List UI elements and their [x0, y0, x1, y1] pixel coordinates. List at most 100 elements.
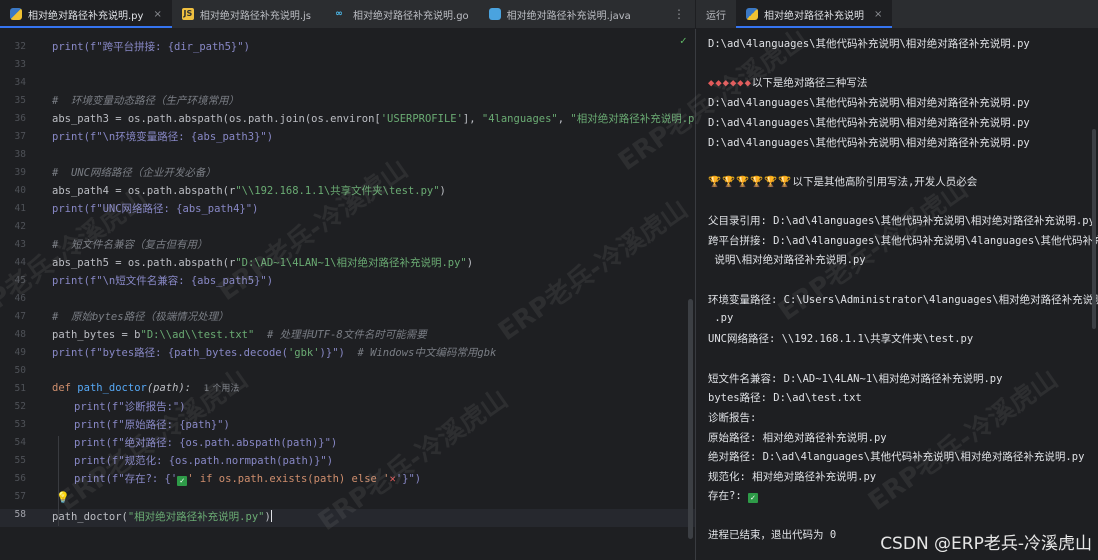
text-caret — [270, 510, 272, 522]
code-line-49: print(f"bytes路径: {path_bytes.decode('gbk… — [52, 345, 496, 360]
tab-go-file[interactable]: ∞ 相对绝对路径补充说明.go — [321, 0, 479, 28]
string-literal: "相对绝对路径补充说明.py" — [127, 511, 265, 523]
code-text: path_doctor( — [52, 511, 128, 523]
line-number: 34 — [14, 77, 26, 88]
tab-python-file[interactable]: 相对绝对路径补充说明.py × — [0, 0, 172, 28]
run-console[interactable]: D:\ad\4languages\其他代码补充说明\相对绝对路径补充说明.py … — [695, 29, 1098, 560]
run-label: 运行 — [696, 0, 736, 28]
line-number: 50 — [14, 365, 26, 376]
code-text: '}") — [395, 473, 422, 485]
code-text: print(f"绝对路径: {os.path.abspath(path)}") — [74, 437, 338, 449]
function-name: path_doctor — [77, 382, 147, 394]
code-text: print(f"存在?: {' — [74, 473, 178, 485]
code-text: print(f"跨平台拼接: {dir_path5}") — [52, 41, 250, 53]
code-text: ) — [439, 185, 446, 197]
output-line: 短文件名兼容: D:\AD~1\4LAN~1\相对绝对路径补充说明.py — [708, 373, 1003, 385]
code-line-41: print(f"UNC网络路径: {abs_path4}") — [52, 201, 258, 216]
keyword: def — [52, 382, 78, 394]
code-text: abs_path3 = os.path.abspath(os.path.join… — [52, 113, 381, 125]
tab-label: 相对绝对路径补充说明.go — [353, 10, 469, 22]
output-line: 说明\相对绝对路径补充说明.py — [708, 254, 866, 266]
line-number: 51 — [14, 383, 26, 394]
line-number: 53 — [14, 419, 26, 430]
tab-label: 相对绝对路径补充说明.js — [199, 10, 312, 22]
red-emoji-icons: ◆◆◆◆◆◆ — [708, 77, 752, 89]
code-text: path_bytes = b — [52, 329, 141, 341]
code-editor[interactable]: 32 33 34 35 36 37 38 39 40 41 42 43 44 45 46 47 48 49 50 51… — [0, 29, 695, 560]
output-line: bytes路径: D:\ad\test.txt — [708, 392, 862, 404]
output-line: .py — [708, 312, 734, 324]
line-number: 54 — [14, 437, 26, 448]
line-number: 42 — [14, 221, 26, 232]
line-number: 37 — [14, 131, 26, 142]
run-title: 运行 — [706, 10, 726, 22]
line-number: 39 — [14, 167, 26, 178]
output-text: 以下是其他高阶引用写法,开发人员必会 — [792, 176, 978, 188]
code-text: print(f"\n环境变量路径: {abs_path3}") — [52, 131, 274, 143]
check-mark-icon: ✓ — [747, 493, 758, 503]
code-text: ' if os.path.exists(path) else ' — [187, 473, 390, 485]
output-line: 存在?: ✓ — [708, 488, 758, 503]
inspection-ok-icon[interactable]: ✓ — [680, 34, 687, 47]
go-file-icon: ∞ — [335, 9, 343, 19]
close-icon[interactable]: × — [874, 9, 882, 20]
code-line-52: print(f"诊断报告:") — [74, 399, 186, 414]
output-text: 以下是绝对路径三种写法 — [751, 77, 868, 89]
output-line: D:\ad\4languages\其他代码补充说明\相对绝对路径补充说明.py — [708, 117, 1030, 129]
code-text: ) — [466, 257, 474, 269]
code-line-36: abs_path3 = os.path.abspath(os.path.join… — [52, 111, 695, 126]
comment-text: # 短文件名兼容（复古但有用） — [52, 239, 208, 251]
tab-label: 相对绝对路径补充说明.py — [28, 10, 144, 22]
string-literal: "相对绝对路径补充说明.py" — [570, 113, 695, 125]
code-line-43: # 短文件名兼容（复古但有用） — [52, 237, 207, 252]
code-line-40: abs_path4 = os.path.abspath(r"\\192.168.… — [52, 183, 446, 198]
line-number: 52 — [14, 401, 26, 412]
code-line-32: print(f"跨平台拼接: {dir_path5}") — [52, 39, 250, 54]
lightbulb-icon[interactable]: 💡 — [56, 491, 70, 504]
editor-scrollbar[interactable] — [688, 299, 693, 539]
run-tab-label: 相对绝对路径补充说明 — [764, 10, 864, 22]
output-line: 进程已结束，退出代码为 0 — [708, 529, 837, 541]
output-line: 环境变量路径: C:\Users\Administrator\4language… — [708, 294, 1098, 306]
line-number: 47 — [14, 311, 26, 322]
code-text: print(f"\n短文件名兼容: {abs_path5}") — [52, 275, 274, 287]
comment-text: # 环境变量动态路径（生产环境常用） — [52, 95, 239, 107]
tab-java-file[interactable]: 相对绝对路径补充说明.java — [479, 0, 641, 28]
code-line-53: print(f"原始路径: {path}") — [74, 417, 230, 432]
line-number: 46 — [14, 293, 26, 304]
code-text: , — [557, 113, 571, 125]
close-icon[interactable]: × — [153, 9, 161, 20]
line-number: 44 — [14, 257, 26, 268]
output-line: UNC网络路径: \\192.168.1.1\共享文件夹\test.py — [708, 333, 974, 345]
code-text: print(f"原始路径: {path}") — [74, 419, 230, 431]
line-number: 49 — [14, 347, 26, 358]
comment-text: # UNC网络路径（企业开发必备） — [52, 167, 216, 179]
code-text: print(f"诊断报告:") — [74, 401, 186, 413]
output-text: 存在?: — [708, 490, 748, 502]
output-line: 🏆🏆🏆🏆🏆🏆以下是其他高阶引用写法,开发人员必会 — [708, 174, 977, 189]
console-scrollbar[interactable] — [1092, 129, 1096, 329]
output-line: D:\ad\4languages\其他代码补充说明\相对绝对路径补充说明.py — [708, 38, 1030, 50]
line-number: 58 — [14, 509, 26, 520]
output-line: D:\ad\4languages\其他代码补充说明\相对绝对路径补充说明.py — [708, 97, 1030, 109]
editor-tab-bar: 相对绝对路径补充说明.py × JS 相对绝对路径补充说明.js ∞ 相对绝对路… — [0, 0, 695, 29]
line-number: 41 — [14, 203, 26, 214]
code-text: abs_path5 = os.path.abspath(r — [52, 257, 236, 269]
code-text: (path): — [146, 382, 192, 394]
string-literal: "\\192.168.1.1\共享文件夹\test.py" — [235, 185, 440, 197]
line-number: 43 — [14, 239, 26, 250]
code-line-45: print(f"\n短文件名兼容: {abs_path5}") — [52, 273, 273, 288]
comment-text: # 处理非UTF-8文件名时可能需要 — [254, 329, 427, 341]
check-mark-icon: ✓ — [177, 476, 188, 486]
string-literal: 'gbk' — [287, 347, 320, 359]
code-line-58[interactable]: path_doctor("相对绝对路径补充说明.py") — [52, 509, 272, 524]
code-line-48: path_bytes = b"D:\\ad\\test.txt" # 处理非UT… — [52, 327, 427, 342]
tab-javascript-file[interactable]: JS 相对绝对路径补充说明.js — [172, 0, 321, 28]
more-icon[interactable]: ⋮ — [663, 7, 695, 21]
tab-run-config[interactable]: 相对绝对路径补充说明 × — [736, 0, 893, 28]
javascript-file-icon: JS — [181, 8, 194, 20]
code-text: abs_path4 = os.path.abspath(r — [52, 185, 236, 197]
output-line: 绝对路径: D:\ad\4languages\其他代码补充说明\相对绝对路径补充… — [708, 451, 1085, 463]
line-number: 57 — [14, 491, 26, 502]
code-line-56: print(f"存在?: {' ✓ ' if os.path.exists(path… — [74, 471, 421, 486]
